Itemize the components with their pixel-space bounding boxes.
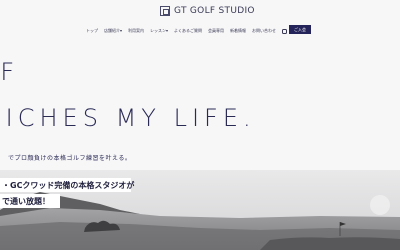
brand-logo-icon xyxy=(160,6,170,16)
nav-item-lesson[interactable]: レッスン▾ xyxy=(150,28,168,34)
nav-item-top[interactable]: トップ xyxy=(86,28,98,34)
chevron-down-icon: ▾ xyxy=(166,28,169,33)
main-nav: トップ 店舗紹介▾ 利用案内 レッスン▾ よくあるご質問 会員専用 新着情報 お… xyxy=(86,26,298,36)
hero-lead: でプロ顔負けの本格ゴルフ練習を叶える。 xyxy=(8,155,132,162)
hero-tag-line1: ・GCクワッド完備の本格スタジオが xyxy=(0,178,134,192)
nav-item-members[interactable]: 会員専用 xyxy=(208,28,224,34)
brand[interactable]: GT GOLF STUDIO xyxy=(160,6,255,16)
hero: LF RICHES MY LIFE. でプロ顔負けの本格ゴルフ練習を叶える。 xyxy=(0,40,400,250)
join-button[interactable]: ご入会 xyxy=(289,25,311,34)
brand-name: GT GOLF STUDIO xyxy=(174,6,255,16)
chevron-down-icon: ▾ xyxy=(120,28,123,33)
hero-tag-line2: で通い放題！ xyxy=(0,194,60,208)
nav-item-guide[interactable]: 利用案内 xyxy=(128,28,144,34)
hero-headline-line2: RICHES MY LIFE. xyxy=(0,104,256,132)
hero-headline-line1: LF xyxy=(0,58,20,86)
nav-item-contact[interactable]: お問い合わせ xyxy=(252,28,276,34)
nav-item-faq[interactable]: よくあるご質問 xyxy=(174,28,202,34)
nav-item-store[interactable]: 店舗紹介▾ xyxy=(104,28,122,34)
nav-item-news[interactable]: 新着情報 xyxy=(230,28,246,34)
instagram-icon[interactable] xyxy=(282,28,288,34)
site-header: GT GOLF STUDIO トップ 店舗紹介▾ 利用案内 レッスン▾ よくある… xyxy=(0,0,400,40)
